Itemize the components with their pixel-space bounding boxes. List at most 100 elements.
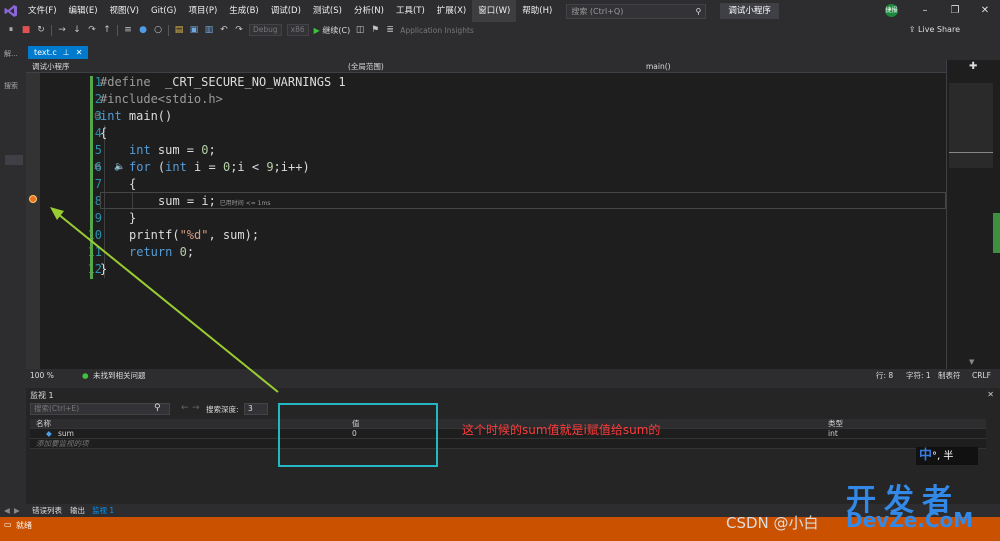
search-icon: ⚲ [695,6,702,16]
code-area[interactable]: #define _CRT_SECURE_NO_WARNINGS 1 #inclu… [100,73,946,369]
bookmark-icon[interactable]: ⚑ [370,25,380,35]
redo-icon[interactable]: ↷ [234,25,244,35]
close-icon[interactable]: ✕ [970,0,1000,22]
csdn-watermark: CSDN @小白 [726,514,819,532]
application-insights-button[interactable]: Application Insights [400,26,474,35]
save-icon[interactable]: ▣ [189,25,199,35]
comment-icon[interactable]: ≣ [385,25,395,35]
tab-error-list[interactable]: 错误列表 [32,505,62,517]
menu-view[interactable]: 视图(V) [104,0,145,22]
breakpoint-icon[interactable] [29,195,37,203]
vertical-scrollbar-minimap[interactable]: ✚ ▼ [946,60,1000,369]
ime-indicator[interactable]: 中°, 半 [916,447,978,465]
tab-watch-1[interactable]: 监视 1 [92,505,114,517]
search-depth-dropdown[interactable]: 3 [244,403,268,415]
variable-icon: ◆ [46,429,52,438]
open-folder-icon[interactable]: ▤ [174,25,184,35]
code-text: ;i++) [273,160,310,174]
camera-icon[interactable]: ◫ [355,25,365,35]
watch-search-input[interactable]: 搜索(Ctrl+E) [30,403,170,415]
nav-project-dropdown[interactable]: 调试小程序 [32,60,70,73]
menu-debug[interactable]: 调试(D) [265,0,307,22]
navigate-forward-icon[interactable]: ○ [153,25,163,35]
code-line-8: sum = i; 已用时间 <= 1ms [158,193,270,210]
step-out-icon[interactable]: ↑ [102,25,112,35]
menu-tools[interactable]: 工具(T) [390,0,431,22]
hex-icon[interactable]: ≡ [123,25,133,35]
navigate-back-icon[interactable]: ● [138,25,148,35]
menu-analyze[interactable]: 分析(N) [348,0,390,22]
panel-close-icon[interactable]: ✕ [987,390,994,399]
tab-text-c[interactable]: text.c ⊥ ✕ [28,46,89,59]
column-header-name[interactable]: 名称 [36,419,51,429]
issues-status[interactable]: 未找到相关问题 [93,369,146,383]
pin-icon[interactable]: ⊥ [63,46,70,59]
menu-project[interactable]: 项目(P) [183,0,224,22]
solution-config-dropdown[interactable]: Debug [249,24,282,36]
visual-studio-logo-icon[interactable] [0,0,22,22]
menu-help[interactable]: 帮助(H) [516,0,558,22]
pause-icon[interactable]: ⏸ [6,25,16,35]
menu-build[interactable]: 生成(B) [223,0,264,22]
line-number: 9 [94,211,102,225]
scroll-thumb[interactable] [993,213,1000,253]
nav-scope-dropdown[interactable]: (全局范围) [348,60,384,73]
search-input[interactable]: 搜索 (Ctrl+Q) ⚲ [566,3,707,19]
tab-output[interactable]: 输出 [70,505,85,517]
code-editor[interactable]: 1 2 3 4 5 6 7 8 9 10 11 12 ⊟ ⊟ #define _… [26,73,946,369]
nav-forward-icon[interactable]: → [192,403,200,413]
stop-icon[interactable]: ■ [21,25,31,35]
toolbar: ⏸ ■ ↻ → ↓ ↷ ↑ ≡ ● ○ ▤ ▣ ▥ ↶ ↷ Debug x86 … [0,22,1000,38]
breakpoint-margin[interactable] [26,73,40,369]
add-watch-row[interactable]: 添加要监视的项 [30,439,986,449]
step-into-icon[interactable]: ↓ [72,25,82,35]
search-tab[interactable]: 搜索 [4,81,18,91]
check-icon: ● [82,371,89,380]
menu-file[interactable]: 文件(F) [22,0,63,22]
line-ending-status[interactable]: CRLF [972,369,991,383]
close-tab-icon[interactable]: ✕ [76,46,83,59]
nav-back-icon[interactable]: ← [181,403,189,413]
code-text: , sum); [208,228,260,242]
step-over-icon[interactable]: ↷ [87,25,97,35]
tab-scroll-right-icon[interactable]: ▶ [14,505,20,517]
change-indicator-bar [90,76,93,279]
menu-bar: 文件(F) 编辑(E) 视图(V) Git(G) 项目(P) 生成(B) 调试(… [0,0,1000,22]
restart-icon[interactable]: ↻ [36,25,46,35]
live-share-button[interactable]: ⇪ Live Share [909,25,960,34]
menu-extensions[interactable]: 扩展(X) [431,0,472,22]
minimize-icon[interactable]: – [910,0,940,22]
menu-git[interactable]: Git(G) [145,0,183,22]
tab-scroll-left-icon[interactable]: ◀ [4,505,10,517]
undo-icon[interactable]: ↶ [219,25,229,35]
live-share-icon: ⇪ [908,25,916,34]
show-next-statement-icon[interactable]: → [57,25,67,35]
scroll-down-icon[interactable]: ▼ [969,358,974,366]
code-line-6: for (int i = 0;i < 9;i++) [129,159,310,176]
continue-label: 继续(C) [322,25,351,35]
menu-edit[interactable]: 编辑(E) [63,0,104,22]
zoom-dropdown[interactable]: 100 % [30,369,54,383]
maximize-icon[interactable]: ❐ [940,0,970,22]
save-all-icon[interactable]: ▥ [204,25,214,35]
tab-mode-status[interactable]: 制表符 [938,369,961,383]
directive: #define [100,75,151,89]
solution-explorer-tab[interactable]: 解... [4,49,18,59]
panel-handle[interactable] [5,155,23,165]
search-icon[interactable]: ⚲ [154,403,161,413]
menu-test[interactable]: 测试(S) [307,0,348,22]
platform-dropdown[interactable]: x86 [286,24,309,36]
user-avatar[interactable]: 捷报 [885,4,898,17]
column-header-type[interactable]: 类型 [828,419,843,429]
code-text: main() [121,109,173,123]
nav-function-dropdown[interactable]: main() [646,60,671,73]
code-text: printf( [129,228,180,242]
continue-button[interactable]: ▶ 继续(C) [314,25,351,36]
menu-window[interactable]: 窗口(W) [472,0,517,22]
code-line-9: } [129,210,136,227]
minimap-viewport[interactable] [949,83,993,168]
watch-search-placeholder: 搜索(Ctrl+E) [34,404,80,413]
toolbar-separator [117,24,118,36]
split-icon[interactable]: ✚ [969,61,977,72]
perf-tip[interactable]: 已用时间 <= 1ms [220,200,271,207]
